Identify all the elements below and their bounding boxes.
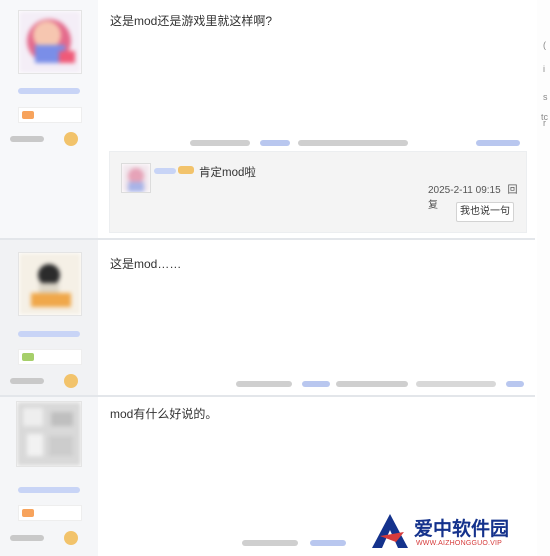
post-1: 这是mod还是游戏里就这样啊? 肯定mod啦 2025-2-11 09:15 回… xyxy=(0,0,535,238)
post-content: mod有什么好说的。 xyxy=(110,407,218,421)
watermark-url: WWW.AIZHONGGUO.VIP xyxy=(416,540,503,547)
level-badge xyxy=(18,107,82,123)
avatar[interactable] xyxy=(16,401,82,467)
reply-avatar[interactable] xyxy=(121,163,151,193)
author-panel xyxy=(0,240,98,395)
author-panel xyxy=(0,397,98,556)
post-tail xyxy=(242,538,362,548)
user-stats xyxy=(10,373,80,389)
watermark-logo-icon xyxy=(372,514,408,548)
level-badge xyxy=(18,349,82,365)
reply-badge-icon xyxy=(178,166,194,174)
reply-username[interactable] xyxy=(154,168,176,174)
username[interactable] xyxy=(18,88,80,94)
user-stats xyxy=(10,530,80,546)
side-glyph: s xyxy=(543,92,548,102)
post-tail xyxy=(190,138,520,148)
username[interactable] xyxy=(18,487,80,493)
post-tail xyxy=(236,379,526,389)
coin-icon xyxy=(64,374,78,388)
side-glyph: i xyxy=(543,64,545,74)
level-badge xyxy=(18,505,82,521)
author-panel xyxy=(0,0,98,238)
avatar[interactable] xyxy=(18,252,82,316)
side-glyph: ( xyxy=(543,40,546,50)
reply-time: 2025-2-11 09:15 xyxy=(428,185,501,196)
side-glyph: tc xyxy=(541,112,549,122)
user-stats xyxy=(10,131,80,147)
reply-box: 肯定mod啦 2025-2-11 09:15 回复 我也说一句 xyxy=(109,151,527,233)
add-comment-button[interactable]: 我也说一句 xyxy=(456,202,514,222)
right-sidebar-edge: ( i s r tc xyxy=(537,0,550,556)
post-content: 这是mod…… xyxy=(110,257,182,271)
post-content: 这是mod还是游戏里就这样啊? xyxy=(110,14,273,28)
avatar[interactable] xyxy=(18,10,82,74)
coin-icon xyxy=(64,531,78,545)
username[interactable] xyxy=(18,331,80,337)
post-2: 这是mod…… xyxy=(0,240,535,395)
coin-icon xyxy=(64,132,78,146)
watermark: 爱中软件园 WWW.AIZHONGGUO.VIP xyxy=(370,512,545,552)
watermark-name: 爱中软件园 xyxy=(414,518,510,540)
reply-text: 肯定mod啦 xyxy=(199,167,256,179)
